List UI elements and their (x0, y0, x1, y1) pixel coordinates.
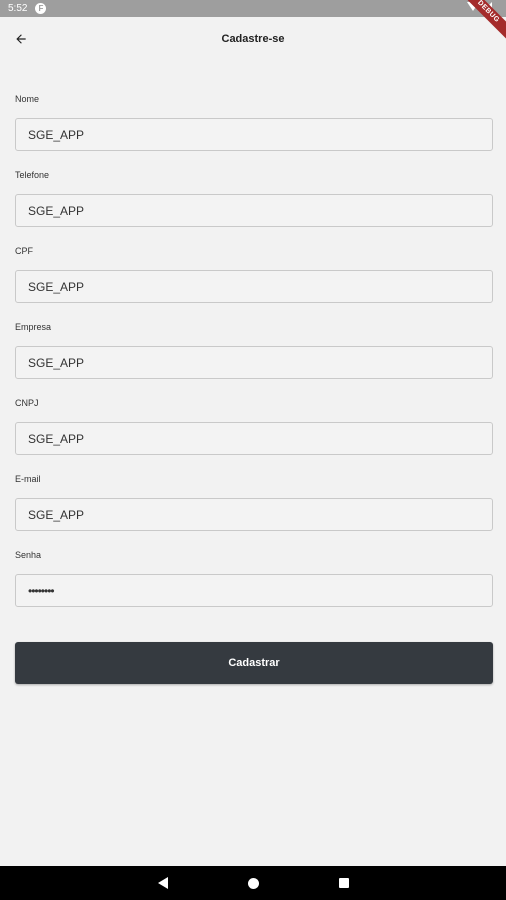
cnpj-label: CNPJ (15, 398, 39, 408)
field-group-telefone: Telefone (15, 168, 493, 244)
cpf-label: CPF (15, 246, 33, 256)
email-label: E-mail (15, 474, 41, 484)
flutter-icon: F (35, 3, 47, 14)
field-group-empresa: Empresa (15, 320, 493, 396)
field-group-email: E-mail (15, 472, 493, 548)
field-group-senha: Senha (15, 548, 493, 624)
empresa-field[interactable] (15, 346, 493, 379)
telefone-label: Telefone (15, 170, 50, 180)
signup-form: Nome Telefone CPF Empresa CNPJ E-mail Se… (15, 92, 493, 624)
field-group-nome: Nome (15, 92, 493, 168)
field-group-cnpj: CNPJ (15, 396, 493, 472)
app-bar: Cadastre-se (0, 17, 506, 61)
status-time: 5:52 (8, 3, 28, 14)
cnpj-field[interactable] (15, 422, 493, 455)
nome-field[interactable] (15, 118, 493, 151)
system-nav-bar (0, 866, 506, 900)
nome-label: Nome (15, 94, 40, 104)
telefone-field[interactable] (15, 194, 493, 227)
cadastrar-button[interactable]: Cadastrar (15, 642, 493, 684)
email-field[interactable] (15, 498, 493, 531)
field-group-cpf: CPF (15, 244, 493, 320)
back-button[interactable] (9, 27, 33, 51)
arrow-left-icon (16, 34, 26, 44)
nav-back-icon[interactable] (158, 877, 168, 889)
nav-home-icon[interactable] (248, 878, 259, 889)
nav-recent-apps-icon[interactable] (339, 878, 349, 888)
password-field[interactable] (15, 574, 493, 607)
senha-label: Senha (15, 550, 42, 560)
empresa-label: Empresa (15, 322, 52, 332)
status-bar: 5:52 F DEBUG (0, 0, 506, 45)
page-title: Cadastre-se (221, 33, 285, 45)
cpf-field[interactable] (15, 270, 493, 303)
